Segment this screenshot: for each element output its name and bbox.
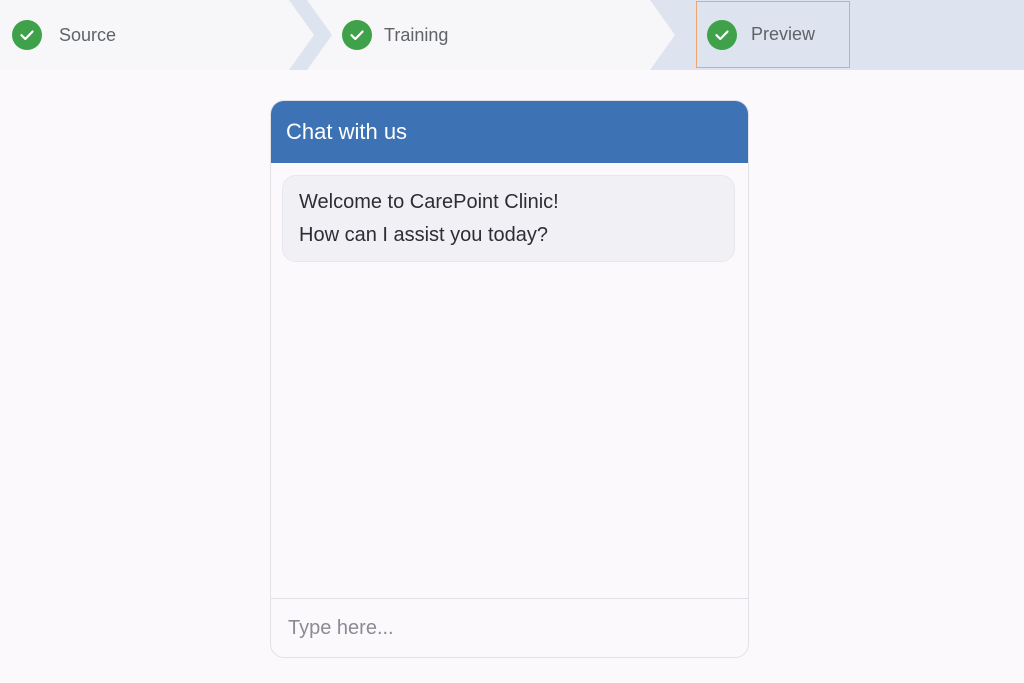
chat-header: Chat with us	[271, 101, 748, 163]
chat-title: Chat with us	[286, 119, 408, 144]
step-source-label: Source	[59, 24, 117, 45]
step-training[interactable]: Training	[342, 0, 448, 70]
message-line: Welcome to CarePoint Clinic!	[299, 191, 559, 213]
chat-messages[interactable]: Welcome to CarePoint Clinic! How can I a…	[271, 163, 748, 599]
check-circle-icon	[342, 20, 372, 50]
check-circle-icon	[12, 20, 42, 50]
check-circle-icon	[707, 19, 737, 50]
step-source[interactable]: Source	[12, 0, 116, 70]
step-preview-label: Preview	[751, 24, 816, 44]
chat-widget: Chat with us Welcome to CarePoint Clinic…	[270, 100, 749, 658]
step-training-label: Training	[384, 24, 449, 45]
bot-message-bubble: Welcome to CarePoint Clinic! How can I a…	[282, 175, 735, 262]
message-line: How can I assist you today?	[299, 224, 549, 246]
stepper-arrows	[0, 0, 1024, 70]
chat-input-row	[271, 598, 748, 657]
chat-message-input[interactable]	[271, 599, 748, 657]
stepper: Source Training Preview	[0, 0, 1024, 70]
step-preview[interactable]: Preview	[696, 1, 850, 68]
